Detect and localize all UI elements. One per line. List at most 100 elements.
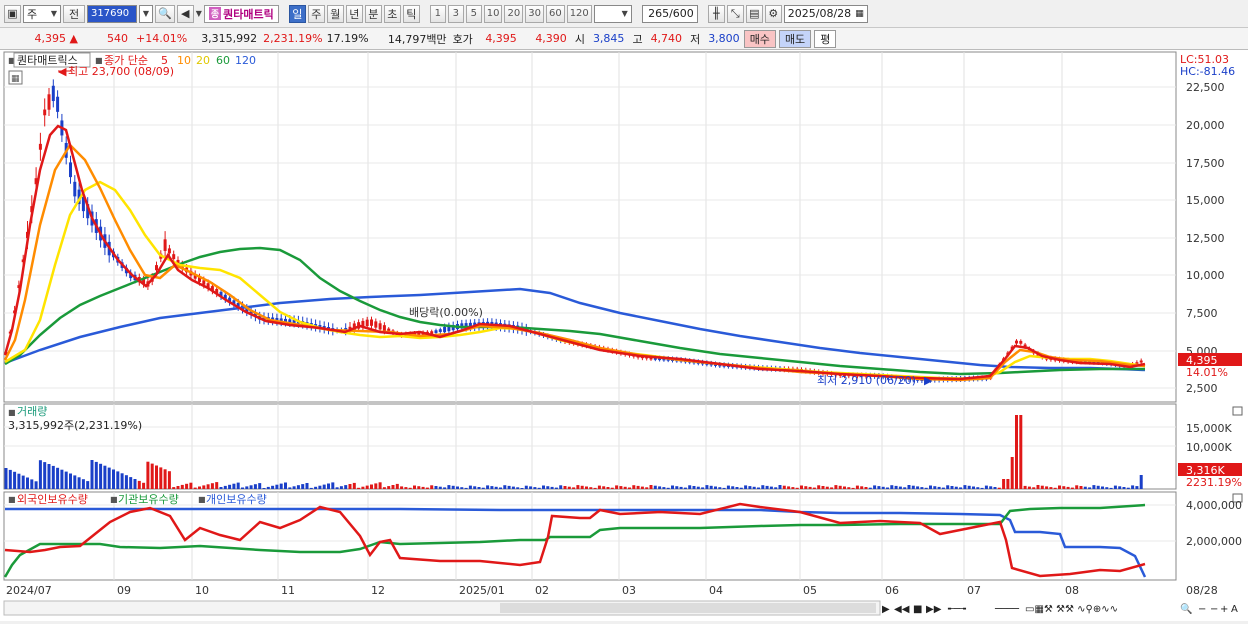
zoom-out-icon[interactable]: − (1198, 604, 1206, 615)
market-select[interactable]: 주 ▼ (23, 4, 61, 23)
code-dropdown[interactable]: ▼ (139, 4, 153, 23)
interval-120[interactable]: 120 (566, 4, 592, 23)
tool-icons[interactable]: ▭▦⚒ ⚒⚒ ∿⚲⊕∿∿ (1025, 604, 1118, 615)
volume-bar (1019, 415, 1023, 489)
candle-body (73, 181, 77, 197)
volume-bar (602, 486, 606, 489)
volume-bar (890, 485, 894, 489)
volume-bar (198, 486, 201, 489)
interval-30[interactable]: 30 (525, 4, 544, 23)
speaker-icon[interactable]: ◀ (176, 4, 194, 23)
stock-name-box[interactable]: 종 퀀타매트릭 (203, 4, 279, 23)
eval-button[interactable]: 평 (814, 29, 837, 48)
candle-body (172, 254, 176, 260)
interval-20[interactable]: 20 (504, 4, 524, 23)
tab-minute[interactable]: 분 (364, 4, 382, 23)
rewind-icon[interactable]: ◀◀ (894, 604, 910, 615)
volume-bar (769, 486, 773, 489)
tab-second[interactable]: 초 (383, 4, 401, 23)
tab-month[interactable]: 월 (326, 4, 344, 23)
sell-button[interactable]: 매도 (778, 29, 812, 48)
volume-bar (327, 483, 330, 489)
fast-forward-icon[interactable]: ▶▶ (926, 604, 942, 615)
open-label: 시 (574, 32, 585, 46)
volume-bar (262, 488, 266, 489)
interval-10[interactable]: 10 (483, 4, 503, 23)
high-price: 4,740 (650, 32, 683, 45)
volume-bar (748, 486, 752, 489)
chart-svg[interactable]: ■ 퀀타매트릭스 ■ 종가 단순 5 10 20 60 120 ▦ ◀ 최고 2… (0, 50, 1248, 621)
font-size-icon[interactable]: A (1231, 604, 1238, 615)
volume-bar (533, 487, 537, 489)
arrow-right-icon: ▶ (924, 374, 933, 387)
volume-bar (709, 485, 713, 489)
volume-bar (464, 487, 468, 489)
candle-body (38, 143, 42, 150)
volume-bar (417, 486, 421, 489)
volume-bar (765, 485, 769, 489)
chevron-down-icon[interactable]: ▼ (196, 9, 202, 18)
gear-icon[interactable]: ⚙ (764, 4, 782, 23)
volume-bar (13, 471, 17, 489)
minus-icon[interactable]: − (1210, 604, 1218, 615)
tab-week[interactable]: 주 (307, 4, 325, 23)
candle-icon[interactable]: ╫ (707, 4, 725, 23)
volume-bar (4, 468, 8, 489)
maximize-icon[interactable] (1232, 406, 1243, 416)
interval-3[interactable]: 3 (447, 4, 464, 23)
volume-bar (357, 487, 361, 489)
volume-bar (34, 481, 38, 489)
type-select[interactable]: 전 (63, 4, 85, 23)
volume-bar (791, 487, 795, 489)
volume-bar (1070, 487, 1074, 489)
legend-ma120: 120 (235, 54, 256, 67)
interval-1[interactable]: 1 (429, 4, 446, 23)
turnover-rate: 17.19% (326, 32, 369, 45)
volume-bar (954, 486, 958, 489)
volume-bar (185, 483, 189, 489)
buy-button[interactable]: 매수 (743, 29, 776, 48)
slider-track[interactable]: ──── (994, 604, 1020, 615)
tab-day[interactable]: 일 (288, 4, 306, 23)
volume-bar (1036, 485, 1040, 489)
interval-5[interactable]: 5 (465, 4, 482, 23)
volume-bar (507, 485, 511, 489)
stock-code-input[interactable]: 317690 (87, 4, 137, 23)
stop-icon[interactable]: ■ (913, 604, 922, 615)
candle-body (1139, 360, 1143, 363)
volume-bar (907, 485, 911, 489)
volume-bar (434, 486, 438, 489)
date-input[interactable]: 2025/08/28 ▦ (783, 4, 868, 23)
x-label: 05 (803, 584, 817, 597)
interval-60[interactable]: 60 (545, 4, 565, 23)
scroll-right-icon[interactable]: ▶ (882, 604, 890, 615)
calendar-icon[interactable]: ▦ (855, 9, 864, 19)
volume-bar (933, 486, 937, 489)
search-icon[interactable]: 🔍 (155, 4, 175, 23)
volume-bar (950, 486, 954, 489)
x-label: 12 (371, 584, 385, 597)
interval-custom-input[interactable]: ▼ (593, 4, 632, 23)
count-input[interactable]: 265/600 (641, 4, 698, 23)
volume-bar (628, 487, 631, 489)
save-icon[interactable]: ▤ (745, 4, 763, 23)
volume-bar (292, 486, 296, 489)
zoom-in-icon[interactable]: + (1220, 604, 1228, 615)
zoom-search-icon[interactable]: 🔍 (1180, 602, 1192, 615)
legend-bullet: ■ (95, 56, 103, 65)
tab-year[interactable]: 년 (345, 4, 363, 23)
zoom-slider-icon[interactable]: ╾─╼ (947, 604, 967, 615)
volume-bar (103, 465, 107, 489)
volume-bar (645, 487, 649, 489)
draw-tool-icon[interactable]: ⤡ (726, 4, 744, 23)
volume-bar (855, 485, 859, 489)
scrollbar-thumb[interactable] (500, 603, 876, 613)
volume-bar (873, 485, 877, 489)
tab-tick[interactable]: 틱 (402, 4, 420, 23)
volume-bar (941, 487, 945, 489)
stock-name: 퀀타매트릭 (223, 7, 274, 21)
price-y-axis: 22,500 20,000 17,500 15,000 12,500 10,000 7,50… (1186, 81, 1225, 395)
window-icon[interactable]: ▣ (4, 4, 21, 23)
chart-area[interactable]: ■ 퀀타매트릭스 ■ 종가 단순 5 10 20 60 120 ▦ ◀ 최고 2… (0, 50, 1248, 621)
volume-bar (1023, 485, 1027, 489)
